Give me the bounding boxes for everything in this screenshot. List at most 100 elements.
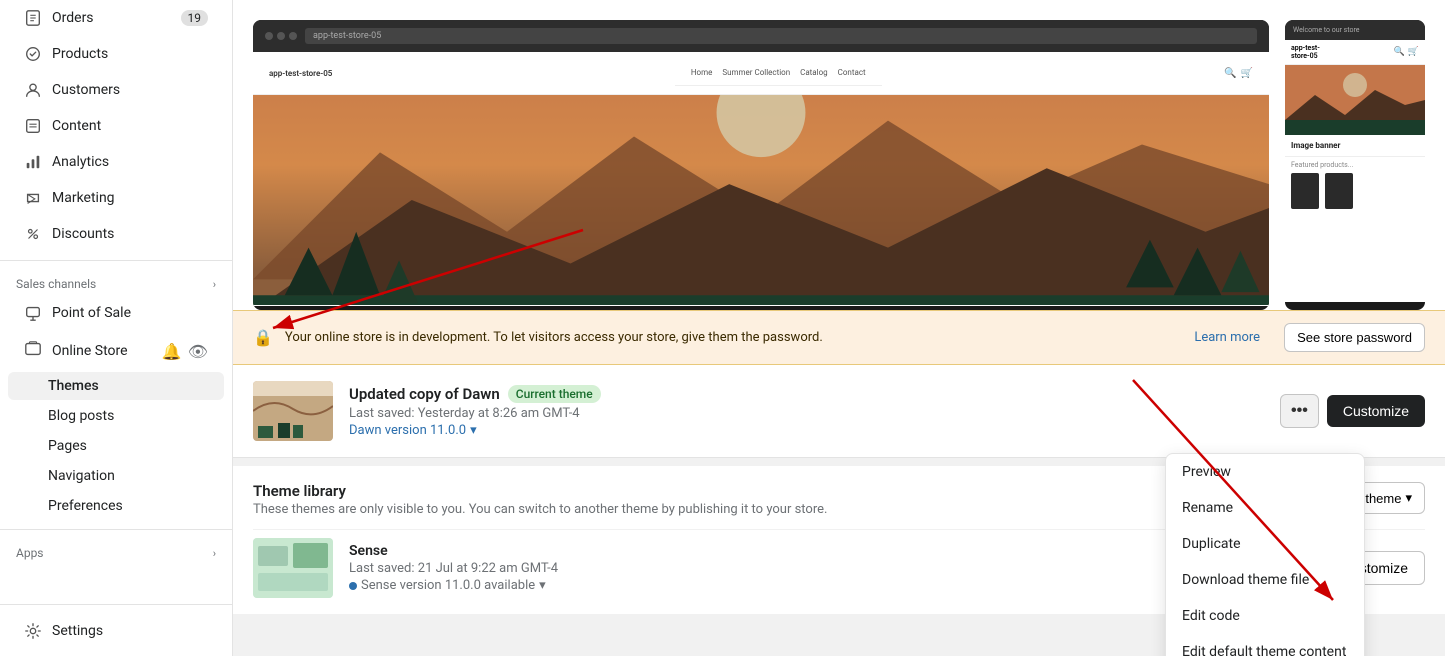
mobile-header: app-test-store-05 🔍🛒 xyxy=(1285,40,1425,65)
current-theme-thumbnail xyxy=(253,381,333,441)
chevron-down-icon: ▾ xyxy=(470,423,477,438)
sidebar-sub-item-blog-posts[interactable]: Blog posts xyxy=(8,402,224,430)
mobile-preview: Welcome to our store app-test-store-05 🔍… xyxy=(1285,20,1425,310)
customers-label: Customers xyxy=(52,82,120,98)
products-icon xyxy=(24,45,42,63)
mobile-content: app-test-store-05 🔍🛒 Image banner Fe xyxy=(1285,40,1425,302)
current-theme-meta: Last saved: Yesterday at 8:26 am GMT-4 xyxy=(349,406,1264,421)
version-dot xyxy=(349,582,357,590)
divider-2 xyxy=(0,529,232,530)
password-banner: 🔒 Your online store is in development. T… xyxy=(233,310,1445,365)
apps-label: Apps xyxy=(16,546,44,560)
theme-library-desc: These themes are only visible to you. Yo… xyxy=(253,502,827,517)
dropdown-edit-default[interactable]: Edit default theme content xyxy=(1166,634,1364,656)
dropdown-preview[interactable]: Preview xyxy=(1166,454,1364,490)
sidebar-item-products[interactable]: Products xyxy=(8,37,224,71)
mobile-chrome: Welcome to our store xyxy=(1285,20,1425,40)
analytics-label: Analytics xyxy=(52,154,109,170)
theme-preview-area: app-test-store-05 app-test-store-05 Home… xyxy=(233,0,1445,310)
more-actions-button[interactable]: ••• xyxy=(1280,394,1319,428)
browser-chrome: app-test-store-05 xyxy=(253,20,1269,52)
content-icon xyxy=(24,117,42,135)
sidebar-sub-item-navigation[interactable]: Navigation xyxy=(8,462,224,490)
browser-address-bar: app-test-store-05 xyxy=(305,28,1257,44)
store-logo: app-test-store-05 xyxy=(269,69,332,78)
desktop-preview: app-test-store-05 app-test-store-05 Home… xyxy=(253,20,1269,310)
pos-label: Point of Sale xyxy=(52,305,131,321)
see-password-button[interactable]: See store password xyxy=(1284,323,1425,352)
bell-icon[interactable]: 🔔 xyxy=(162,342,182,361)
dropdown-menu: Preview Rename Duplicate Download theme … xyxy=(1165,453,1365,656)
browser-content: app-test-store-05 HomeSummer CollectionC… xyxy=(253,52,1269,306)
sense-info: Sense Last saved: 21 Jul at 9:22 am GMT-… xyxy=(349,543,1262,593)
content-label: Content xyxy=(52,118,101,134)
mobile-hero-img xyxy=(1285,65,1425,135)
browser-dots xyxy=(265,32,297,40)
online-store-label: Online Store xyxy=(52,343,128,359)
current-theme-info: Updated copy of Dawn Current theme Last … xyxy=(349,385,1264,438)
main-content: app-test-store-05 app-test-store-05 Home… xyxy=(233,0,1445,656)
store-hero xyxy=(253,95,1269,305)
sidebar-item-pos[interactable]: Point of Sale xyxy=(8,296,224,330)
sidebar-item-customers[interactable]: Customers xyxy=(8,73,224,107)
sidebar: Orders 19 Products Customers Content Ana… xyxy=(0,0,233,656)
sales-channels-section[interactable]: Sales channels › xyxy=(0,269,232,295)
discounts-label: Discounts xyxy=(52,226,114,242)
eye-icon[interactable]: 👁 xyxy=(188,342,208,361)
theme-library-title: Theme library xyxy=(253,482,827,500)
current-theme-section: Updated copy of Dawn Current theme Last … xyxy=(233,365,1445,458)
theme-library-title-group: Theme library These themes are only visi… xyxy=(253,482,827,517)
orders-badge: 19 xyxy=(181,10,209,26)
sidebar-sub-item-preferences[interactable]: Preferences xyxy=(8,492,224,520)
marketing-label: Marketing xyxy=(52,190,115,206)
learn-more-link[interactable]: Learn more xyxy=(1194,330,1260,345)
store-icons: 🔍🛒 xyxy=(1224,68,1253,79)
sidebar-item-online-store[interactable]: Online Store 🔔 👁 xyxy=(8,332,224,370)
products-label: Products xyxy=(52,46,108,62)
blog-posts-label: Blog posts xyxy=(48,408,114,424)
sidebar-sub-item-pages[interactable]: Pages xyxy=(8,432,224,460)
sidebar-item-marketing[interactable]: Marketing xyxy=(8,181,224,215)
sidebar-item-settings[interactable]: Settings xyxy=(8,614,224,648)
dropdown-edit-code[interactable]: Edit code xyxy=(1166,598,1364,634)
sidebar-item-analytics[interactable]: Analytics xyxy=(8,145,224,179)
dropdown-rename[interactable]: Rename xyxy=(1166,490,1364,526)
pos-icon xyxy=(24,304,42,322)
online-store-icon xyxy=(24,340,42,362)
orders-label: Orders xyxy=(52,10,94,26)
pages-label: Pages xyxy=(48,438,87,454)
apps-section[interactable]: Apps › xyxy=(0,538,232,564)
discounts-icon xyxy=(24,225,42,243)
sidebar-item-discounts[interactable]: Discounts xyxy=(8,217,224,251)
lock-icon: 🔒 xyxy=(253,328,273,347)
sense-thumbnail xyxy=(253,538,333,598)
chevron-right-icon-2: › xyxy=(213,547,216,560)
divider-1 xyxy=(0,260,232,261)
customers-icon xyxy=(24,81,42,99)
current-theme-version[interactable]: Dawn version 11.0.0 ▾ xyxy=(349,423,1264,438)
orders-icon xyxy=(24,9,42,27)
chevron-right-icon: › xyxy=(213,278,216,291)
dropdown-duplicate[interactable]: Duplicate xyxy=(1166,526,1364,562)
sense-meta: Last saved: 21 Jul at 9:22 am GMT-4 xyxy=(349,561,1262,576)
preferences-label: Preferences xyxy=(48,498,123,514)
sidebar-sub-item-themes[interactable]: Themes xyxy=(8,372,224,400)
sales-channels-label: Sales channels xyxy=(16,277,96,291)
divider-3 xyxy=(0,604,232,605)
chevron-down-icon-2: ▾ xyxy=(1405,490,1412,506)
current-theme-item: Updated copy of Dawn Current theme Last … xyxy=(253,381,1425,441)
sense-name: Sense xyxy=(349,543,1262,559)
mobile-products-section: Featured products... xyxy=(1285,156,1425,213)
password-banner-text: Your online store is in development. To … xyxy=(285,330,1182,345)
customize-button[interactable]: Customize xyxy=(1327,395,1425,427)
dropdown-download[interactable]: Download theme file xyxy=(1166,562,1364,598)
navigation-label: Navigation xyxy=(48,468,115,484)
current-theme-badge: Current theme xyxy=(508,385,601,403)
current-theme-name: Updated copy of Dawn Current theme xyxy=(349,385,1264,403)
current-theme-actions: ••• Customize xyxy=(1280,394,1425,428)
sidebar-item-orders[interactable]: Orders 19 xyxy=(8,1,224,35)
chevron-down-icon-3: ▾ xyxy=(539,578,546,593)
mobile-banner-text: Image banner xyxy=(1285,135,1425,156)
settings-label: Settings xyxy=(52,623,103,639)
sidebar-item-content[interactable]: Content xyxy=(8,109,224,143)
